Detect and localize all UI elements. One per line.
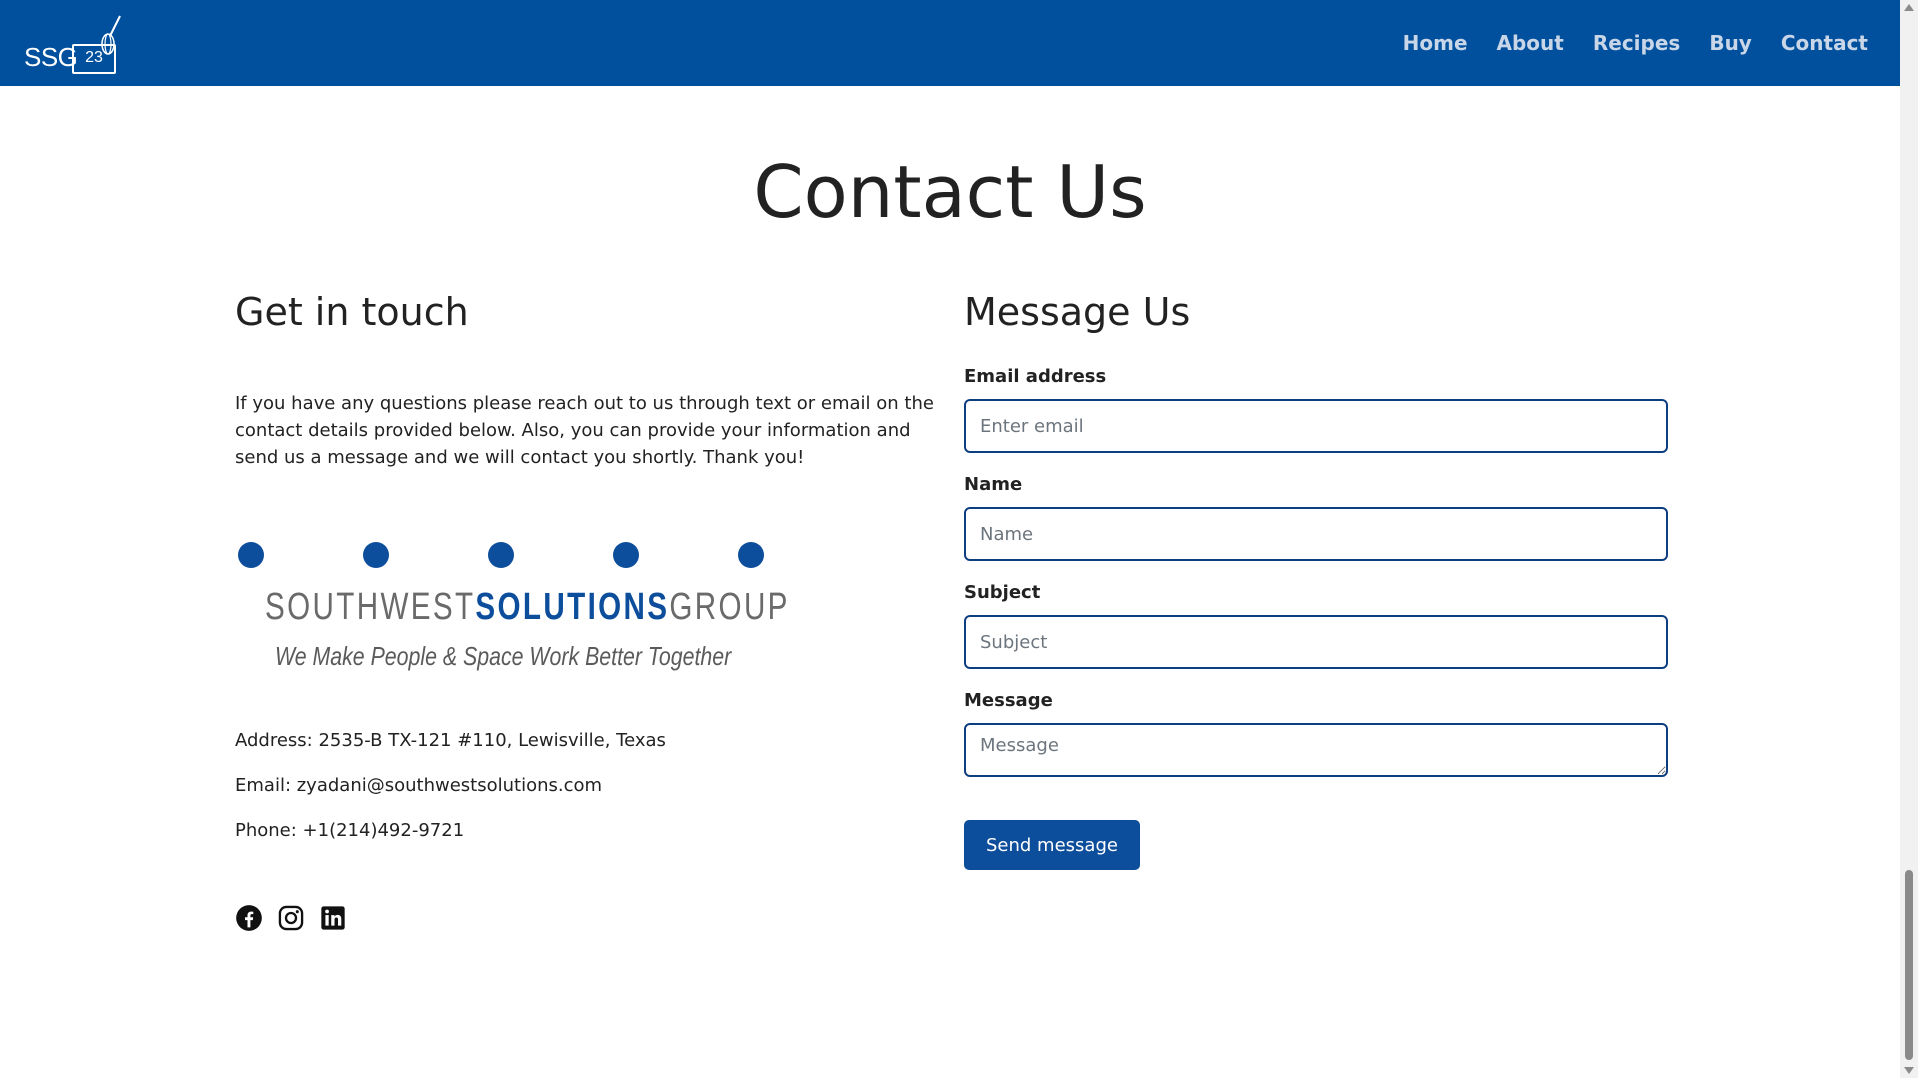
intro-text: If you have any questions please reach o… — [235, 393, 934, 468]
email-label: Email address — [964, 366, 1107, 387]
contact-email: Email: zyadani@southwestsolutions.com — [235, 775, 603, 796]
contact-address: Address: 2535-B TX-121 #110, Lewisville,… — [235, 730, 666, 751]
top-navbar: SSG 23 Home About Recipes Buy Contact — [0, 0, 1900, 86]
whisk-icon — [101, 15, 121, 55]
logo-dot — [488, 542, 514, 568]
subject-group: Subject — [964, 582, 1668, 669]
contact-phone: Phone: +1(214)492-9721 — [235, 820, 465, 841]
scrollbar-thumb[interactable] — [1905, 870, 1913, 1060]
page-scrollbar[interactable] — [1900, 0, 1918, 1078]
send-message-button[interactable]: Send message — [964, 820, 1140, 870]
logo-dot — [363, 542, 389, 568]
logo-dot — [613, 542, 639, 568]
email-field[interactable] — [964, 399, 1668, 453]
company-logo: SOUTHWESTSOLUTIONSGROUP We Make People &… — [235, 542, 787, 682]
logo-dots — [238, 542, 764, 570]
brand-logo[interactable]: SSG 23 — [24, 14, 124, 74]
nav-link-recipes[interactable]: Recipes — [1593, 31, 1680, 55]
name-label: Name — [964, 474, 1023, 495]
logo-wordmark-solutions: SOLUTIONS — [475, 586, 670, 628]
logo-tagline: We Make People & Space Work Better Toget… — [275, 641, 732, 671]
name-group: Name — [964, 474, 1668, 561]
message-label: Message — [964, 690, 1053, 711]
message-us-title: Message Us — [964, 290, 1191, 334]
nav-link-buy[interactable]: Buy — [1709, 31, 1752, 55]
nav-links: Home About Recipes Buy Contact — [1403, 0, 1868, 86]
logo-dot — [238, 542, 264, 568]
nav-link-contact[interactable]: Contact — [1781, 31, 1868, 55]
brand-text: SSG — [24, 42, 78, 72]
scroll-up-icon[interactable] — [1904, 4, 1914, 11]
logo-dot — [738, 542, 764, 568]
facebook-icon[interactable] — [235, 904, 263, 932]
page-title: Contact Us — [753, 150, 1147, 234]
nav-link-about[interactable]: About — [1497, 31, 1564, 55]
nav-link-home[interactable]: Home — [1403, 31, 1468, 55]
name-field[interactable] — [964, 507, 1668, 561]
message-us-section: Message Us Email address Name Subject Me… — [964, 290, 1668, 870]
scroll-down-icon[interactable] — [1904, 1067, 1914, 1074]
email-group: Email address — [964, 366, 1668, 453]
message-group: Message — [964, 690, 1668, 781]
logo-wordmark-group: GROUP — [669, 586, 790, 628]
message-field[interactable] — [964, 723, 1668, 777]
get-in-touch-title: Get in touch — [235, 290, 469, 334]
logo-wordmark-southwest: SOUTHWEST — [265, 586, 476, 628]
social-links — [235, 904, 347, 932]
instagram-icon[interactable] — [277, 904, 305, 932]
get-in-touch-section: Get in touch If you have any questions p… — [235, 290, 935, 931]
logo-wordmark: SOUTHWESTSOLUTIONSGROUP — [265, 586, 790, 629]
linkedin-icon[interactable] — [319, 904, 347, 932]
subject-field[interactable] — [964, 615, 1668, 669]
subject-label: Subject — [964, 582, 1041, 603]
